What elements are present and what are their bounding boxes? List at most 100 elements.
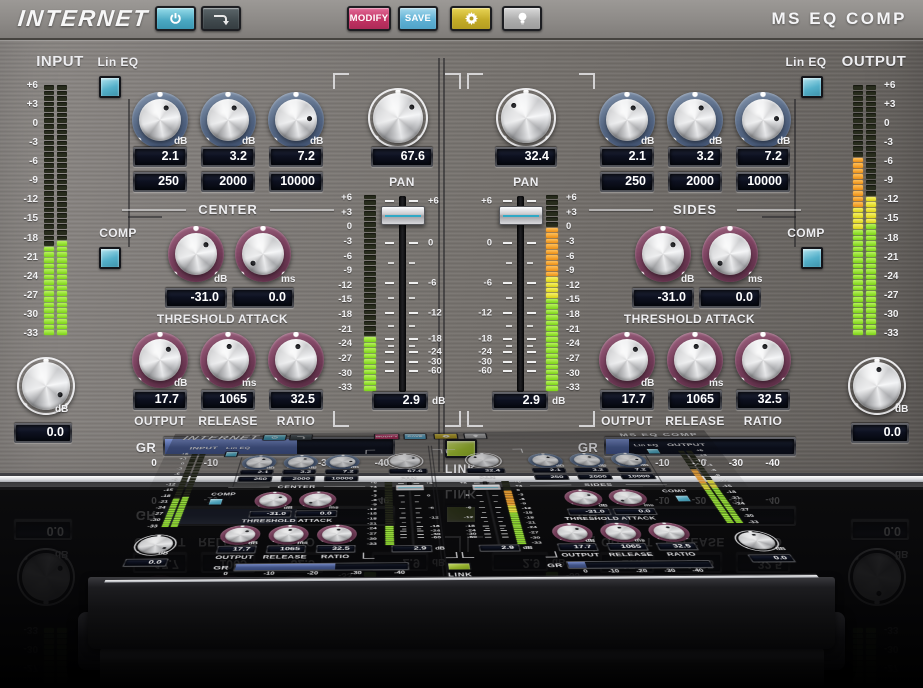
- scale-item: -20: [692, 459, 706, 469]
- input-gain-unit: dB: [55, 404, 68, 415]
- eq-freq-display[interactable]: 10000: [736, 172, 790, 192]
- release-display[interactable]: 1065: [668, 390, 722, 410]
- eq-gain-display[interactable]: 7.2: [736, 147, 790, 167]
- eq-gain-display[interactable]: 7.2: [269, 147, 323, 167]
- input-label: INPUT: [24, 53, 96, 70]
- scale-item: -18: [884, 234, 920, 244]
- scale-item: 0: [316, 222, 352, 232]
- link-toggle[interactable]: [445, 439, 477, 458]
- pan-display[interactable]: 32.4: [495, 147, 557, 167]
- meter-segment: [546, 293, 558, 297]
- pan-display[interactable]: 67.6: [371, 147, 433, 167]
- settings-button[interactable]: [450, 6, 492, 31]
- scale-item: [503, 361, 512, 363]
- attack-display[interactable]: 0.0: [232, 288, 294, 308]
- eq-freq-display[interactable]: 2000: [668, 172, 722, 192]
- sides-fader-handle[interactable]: [499, 206, 543, 225]
- eq-freq-display[interactable]: 2000: [201, 172, 255, 192]
- meter-segment: [57, 236, 67, 241]
- center-fader-display[interactable]: 2.9: [372, 392, 428, 410]
- meter-segment: [44, 174, 54, 179]
- eq-freq-display[interactable]: 250: [600, 172, 654, 192]
- scale-item: -10: [655, 459, 669, 469]
- channel-center-section: 67.6 PAN +6+30-3-6-9-12-15-18-21-24-27-3…: [330, 55, 462, 420]
- release-display[interactable]: 1065: [201, 390, 255, 410]
- bulb-button[interactable]: [502, 6, 542, 31]
- corner-bracket: [445, 73, 461, 89]
- threshold-display[interactable]: -31.0: [632, 288, 694, 308]
- attack-display[interactable]: 0.0: [699, 288, 761, 308]
- meter-segment: [57, 230, 67, 235]
- eq-gain-display[interactable]: 2.1: [133, 147, 187, 167]
- meter-segment: [364, 255, 376, 259]
- scale-item: [385, 200, 394, 202]
- meter-segment: [44, 141, 54, 146]
- meter-segment: [364, 217, 376, 221]
- meter-segment: [546, 343, 558, 347]
- meter-segment: [57, 219, 67, 224]
- meter-segment: [44, 107, 54, 112]
- scale-item: [388, 325, 394, 327]
- ratio-display[interactable]: 32.5: [736, 390, 790, 410]
- bulb-icon: [515, 11, 530, 26]
- scale-item: [506, 297, 512, 299]
- eq-gain-display[interactable]: 2.1: [600, 147, 654, 167]
- pan-center-knob[interactable]: [368, 88, 428, 148]
- sides-fader-display[interactable]: 2.9: [492, 392, 548, 410]
- modify-button[interactable]: MODIFY: [347, 6, 391, 31]
- meter-segment: [44, 96, 54, 101]
- scale-item: -60: [428, 366, 458, 376]
- input-gain-display[interactable]: 0.0: [14, 423, 72, 443]
- redo-button[interactable]: [201, 6, 241, 31]
- meter-segment: [44, 224, 54, 229]
- meter-segment: [57, 264, 67, 269]
- meter-segment: [546, 244, 558, 248]
- meter-segment: [546, 299, 558, 303]
- channel-sides-section: 32.4 PAN +60-6-12-18-24-30-60 +6+30-3-6-…: [464, 55, 596, 420]
- unit-label: dB: [174, 136, 187, 147]
- meter-segment: [546, 326, 558, 330]
- ratio-display[interactable]: 32.5: [269, 390, 323, 410]
- channel-sides-meter: [546, 195, 558, 391]
- scale-item: -18: [428, 334, 458, 344]
- scale-item: [503, 312, 512, 314]
- eq-gain-display[interactable]: 3.2: [668, 147, 722, 167]
- meter-segment: [546, 332, 558, 336]
- comp-sides-section: dB ms -31.0 0.0 THRESHOLD ATTACK dB ms 1…: [577, 220, 877, 445]
- scale-item: -40: [765, 459, 779, 469]
- meter-segment: [44, 319, 54, 324]
- unit-label: dB: [432, 396, 445, 407]
- attack-label: ATTACK: [695, 312, 765, 326]
- power-button[interactable]: [155, 6, 196, 31]
- scale-item: [506, 325, 512, 327]
- scale-item: -6: [566, 252, 602, 262]
- comp-sides-ratio-knob[interactable]: [735, 332, 791, 388]
- pan-sides-knob[interactable]: [496, 88, 556, 148]
- center-fader-track[interactable]: [399, 196, 406, 392]
- comp-output-display[interactable]: 17.7: [133, 390, 187, 410]
- meter-segment: [546, 222, 558, 226]
- eq-freq-display[interactable]: 250: [133, 172, 187, 192]
- scale-item: -9: [316, 266, 352, 276]
- eq-freq-display[interactable]: 10000: [269, 172, 323, 192]
- unit-label: ms: [281, 274, 295, 285]
- scale-item: +3: [316, 208, 352, 218]
- gr-track: [606, 439, 794, 454]
- scale-item: [527, 338, 536, 340]
- sides-fader-track[interactable]: [517, 196, 524, 392]
- scale-item: -30: [884, 310, 920, 320]
- scale-item: -30: [566, 369, 602, 379]
- eq-gain-display[interactable]: 3.2: [201, 147, 255, 167]
- meter-segment: [57, 252, 67, 257]
- scale-item: [503, 282, 512, 284]
- save-button[interactable]: SAVE: [398, 6, 438, 31]
- center-fader-handle[interactable]: [381, 206, 425, 225]
- scale-item: +6: [566, 193, 602, 203]
- comp-output-display[interactable]: 17.7: [600, 390, 654, 410]
- meter-segment: [546, 337, 558, 341]
- meter-segment: [57, 202, 67, 207]
- meter-segment: [364, 277, 376, 281]
- unit-label: dB: [310, 136, 323, 147]
- corner-bracket: [333, 411, 349, 427]
- threshold-display[interactable]: -31.0: [165, 288, 227, 308]
